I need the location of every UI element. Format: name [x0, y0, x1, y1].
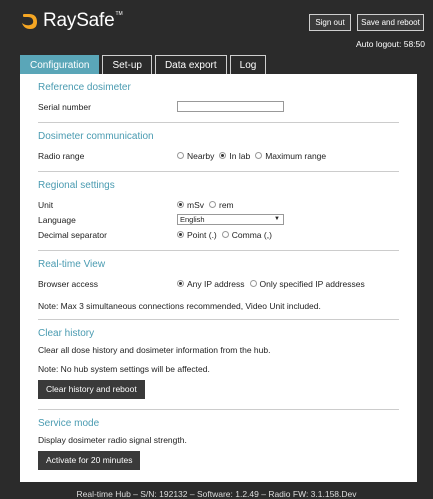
section-title-clear-history: Clear history: [38, 328, 95, 339]
serial-number-row: Serial number: [38, 99, 399, 114]
section-title-realtime: Real-time View: [38, 259, 106, 270]
configuration-panel: Reference dosimeter Serial number Dosime…: [20, 74, 417, 482]
divider: [38, 122, 399, 123]
section-title-communication: Dosimeter communication: [38, 131, 154, 142]
clear-history-description: Clear all dose history and dosimeter inf…: [38, 345, 271, 355]
decimal-point[interactable]: Point (.): [177, 230, 217, 240]
language-label: Language: [38, 214, 76, 225]
unit-row: Unit mSv rem: [38, 197, 399, 212]
serial-number-label: Serial number: [38, 101, 91, 112]
unit-rem[interactable]: rem: [209, 200, 234, 210]
language-row: Language English ▼: [38, 212, 399, 227]
logo-text: RaySafe: [43, 10, 115, 31]
raysafe-logo-icon: [22, 14, 37, 29]
language-select[interactable]: English ▼: [177, 214, 284, 225]
section-title-regional: Regional settings: [38, 180, 115, 191]
serial-number-input[interactable]: [177, 101, 284, 112]
section-title-service-mode: Service mode: [38, 418, 100, 429]
radio-range-in-lab[interactable]: In lab: [219, 151, 250, 161]
radio-button-icon: [249, 280, 257, 287]
browser-access-label: Browser access: [38, 278, 98, 289]
logo-trademark: TM: [115, 11, 123, 17]
service-mode-description: Display dosimeter radio signal strength.: [38, 435, 187, 445]
radio-button-selected-icon: [177, 280, 184, 287]
footer-info: Real-time Hub – S/N: 192132 – Software: …: [76, 489, 357, 499]
browser-access-any-ip[interactable]: Any IP address: [177, 279, 245, 289]
clear-history-note: Note: No hub system settings will be aff…: [38, 364, 210, 374]
tab-log[interactable]: Log: [229, 55, 267, 74]
tab-set-up[interactable]: Set-up: [102, 55, 152, 74]
radio-button-icon: [255, 152, 263, 159]
tab-data-export[interactable]: Data export: [154, 55, 227, 74]
auto-logout-timer: Auto logout: 58:50: [355, 39, 425, 49]
divider: [38, 409, 399, 410]
radio-range-row: Radio range Nearby In lab Maximum range: [38, 148, 399, 163]
radio-range-maximum[interactable]: Maximum range: [255, 151, 326, 161]
radio-range-label: Radio range: [38, 150, 85, 161]
dropdown-arrow-icon: ▼: [274, 216, 280, 222]
save-and-reboot-button[interactable]: Save and reboot: [357, 14, 424, 31]
radio-button-icon: [221, 231, 229, 238]
sign-out-button[interactable]: Sign out: [309, 14, 351, 31]
radio-button-selected-icon: [219, 152, 227, 159]
divider: [38, 250, 399, 251]
divider: [38, 171, 399, 172]
header: RaySafe TM Sign out Save and reboot Auto…: [0, 0, 433, 52]
logo: RaySafe TM: [20, 10, 123, 32]
browser-access-row: Browser access Any IP address Only speci…: [38, 276, 399, 291]
decimal-comma[interactable]: Comma (,): [221, 230, 272, 240]
clear-history-button[interactable]: Clear history and reboot: [38, 380, 145, 399]
realtime-note: Note: Max 3 simultaneous connections rec…: [38, 301, 321, 311]
tab-configuration[interactable]: Configuration: [20, 55, 100, 74]
radio-button-selected-icon: [177, 201, 184, 208]
divider: [38, 319, 399, 320]
decimal-separator-label: Decimal separator: [38, 229, 107, 240]
section-title-reference: Reference dosimeter: [38, 82, 131, 93]
unit-label: Unit: [38, 199, 54, 210]
radio-button-icon: [177, 152, 184, 159]
tab-bar: Configuration Set-up Data export Log: [20, 55, 269, 74]
unit-msv[interactable]: mSv: [177, 200, 204, 210]
radio-button-selected-icon: [177, 231, 184, 238]
radio-range-nearby[interactable]: Nearby: [177, 151, 214, 161]
activate-service-mode-button[interactable]: Activate for 20 minutes: [38, 451, 141, 470]
decimal-separator-row: Decimal separator Point (.) Comma (,): [38, 227, 399, 242]
radio-button-icon: [209, 201, 216, 208]
browser-access-specified-ip[interactable]: Only specified IP addresses: [249, 279, 365, 289]
